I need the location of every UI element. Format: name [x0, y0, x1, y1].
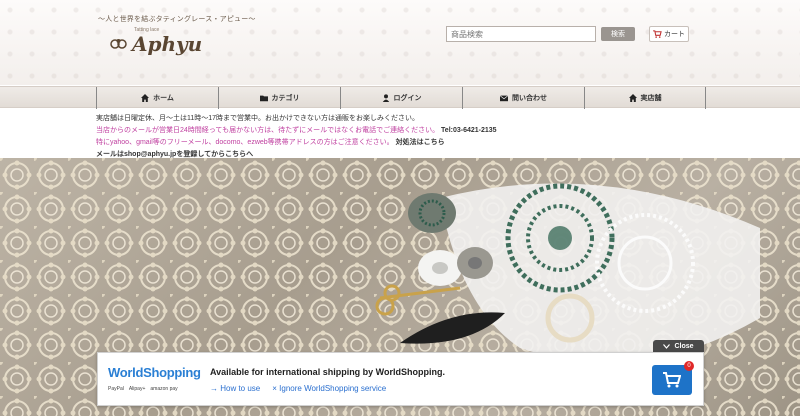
envelope-icon	[500, 95, 508, 102]
nav-item-category[interactable]: カテゴリ	[218, 87, 340, 109]
worldshopping-logo: WorldShopping	[108, 365, 201, 380]
close-label: Close	[674, 343, 694, 350]
folder-icon	[259, 95, 268, 102]
how-to-use-link[interactable]: → How to use	[210, 384, 260, 393]
notice-hours: 実店舗は日曜定休、月～土は11時～17時まで営業中。お出かけできない方は通販をお…	[96, 115, 420, 122]
user-icon	[382, 94, 389, 102]
worldshopping-banner: WorldShopping PayPal Alipay+ amazon pay …	[97, 352, 704, 406]
site-tagline: 〜人と世界を結ぶタティングレース・アピュー〜	[98, 16, 256, 23]
payment-alipay: Alipay+	[128, 386, 146, 392]
main-nav: ホーム カテゴリ ログイン 問い合わせ 実店舗	[0, 86, 800, 109]
ignore-service-link[interactable]: × Ignore WorldShopping service	[272, 384, 386, 393]
payment-paypal: PayPal	[108, 386, 124, 392]
site-header: 〜人と世界を結ぶタティングレース・アピュー〜 Tatting lace Aphy…	[0, 0, 800, 85]
payment-amazonpay: amazon pay	[150, 386, 178, 392]
nav-item-label: ホーム	[153, 95, 174, 102]
site-logo[interactable]: Aphyu	[110, 32, 202, 56]
nav-item-store[interactable]: 実店舗	[584, 87, 706, 109]
cart-label: カート	[664, 31, 685, 38]
cart-count-badge: 0	[684, 361, 694, 371]
notice-phone: Tel:03-6421-2135	[441, 127, 497, 134]
cart-icon	[663, 372, 681, 388]
worldshopping-title: Available for international shipping by …	[210, 367, 446, 377]
home-icon	[141, 94, 150, 102]
ignore-label: Ignore WorldShopping service	[279, 384, 387, 393]
nav-item-login[interactable]: ログイン	[340, 87, 462, 109]
worldshopping-logo-text: WorldShopping	[108, 365, 201, 380]
nav-item-label: 問い合わせ	[512, 95, 547, 102]
logo-text: Aphyu	[132, 32, 203, 56]
notice-solution-link[interactable]: 対処法はこちら	[396, 139, 445, 146]
chevron-down-icon	[663, 344, 671, 349]
search-input[interactable]	[446, 26, 596, 42]
search-button[interactable]: 検索	[601, 27, 635, 41]
nav-item-contact[interactable]: 問い合わせ	[462, 87, 584, 109]
nav-item-label: カテゴリ	[271, 95, 300, 102]
payment-methods: PayPal Alipay+ amazon pay	[108, 386, 178, 392]
nav-item-label: ログイン	[393, 95, 422, 102]
cart-icon	[653, 30, 662, 38]
nav-item-label: 実店舗	[640, 95, 662, 102]
worldshopping-links: → How to use × Ignore WorldShopping serv…	[210, 384, 386, 393]
cart-button[interactable]: カート	[649, 26, 689, 42]
store-notice: 実店舗は日曜定休、月～土は11時～17時まで営業中。お出かけできない方は通販をお…	[96, 113, 696, 161]
home-icon	[628, 94, 637, 102]
how-to-use-label: How to use	[220, 384, 261, 393]
lace-ornament-icon	[110, 39, 127, 49]
nav-item-home[interactable]: ホーム	[96, 87, 218, 109]
notice-freemail-warning: 特にyahoo、gmail等のフリーメール、docomo、ezweb等携帯アドレ…	[96, 139, 394, 146]
notice-email-warning: 当店からのメールが営業日24時間経っても届かない方は、待たずにメールではなくお電…	[96, 127, 440, 134]
